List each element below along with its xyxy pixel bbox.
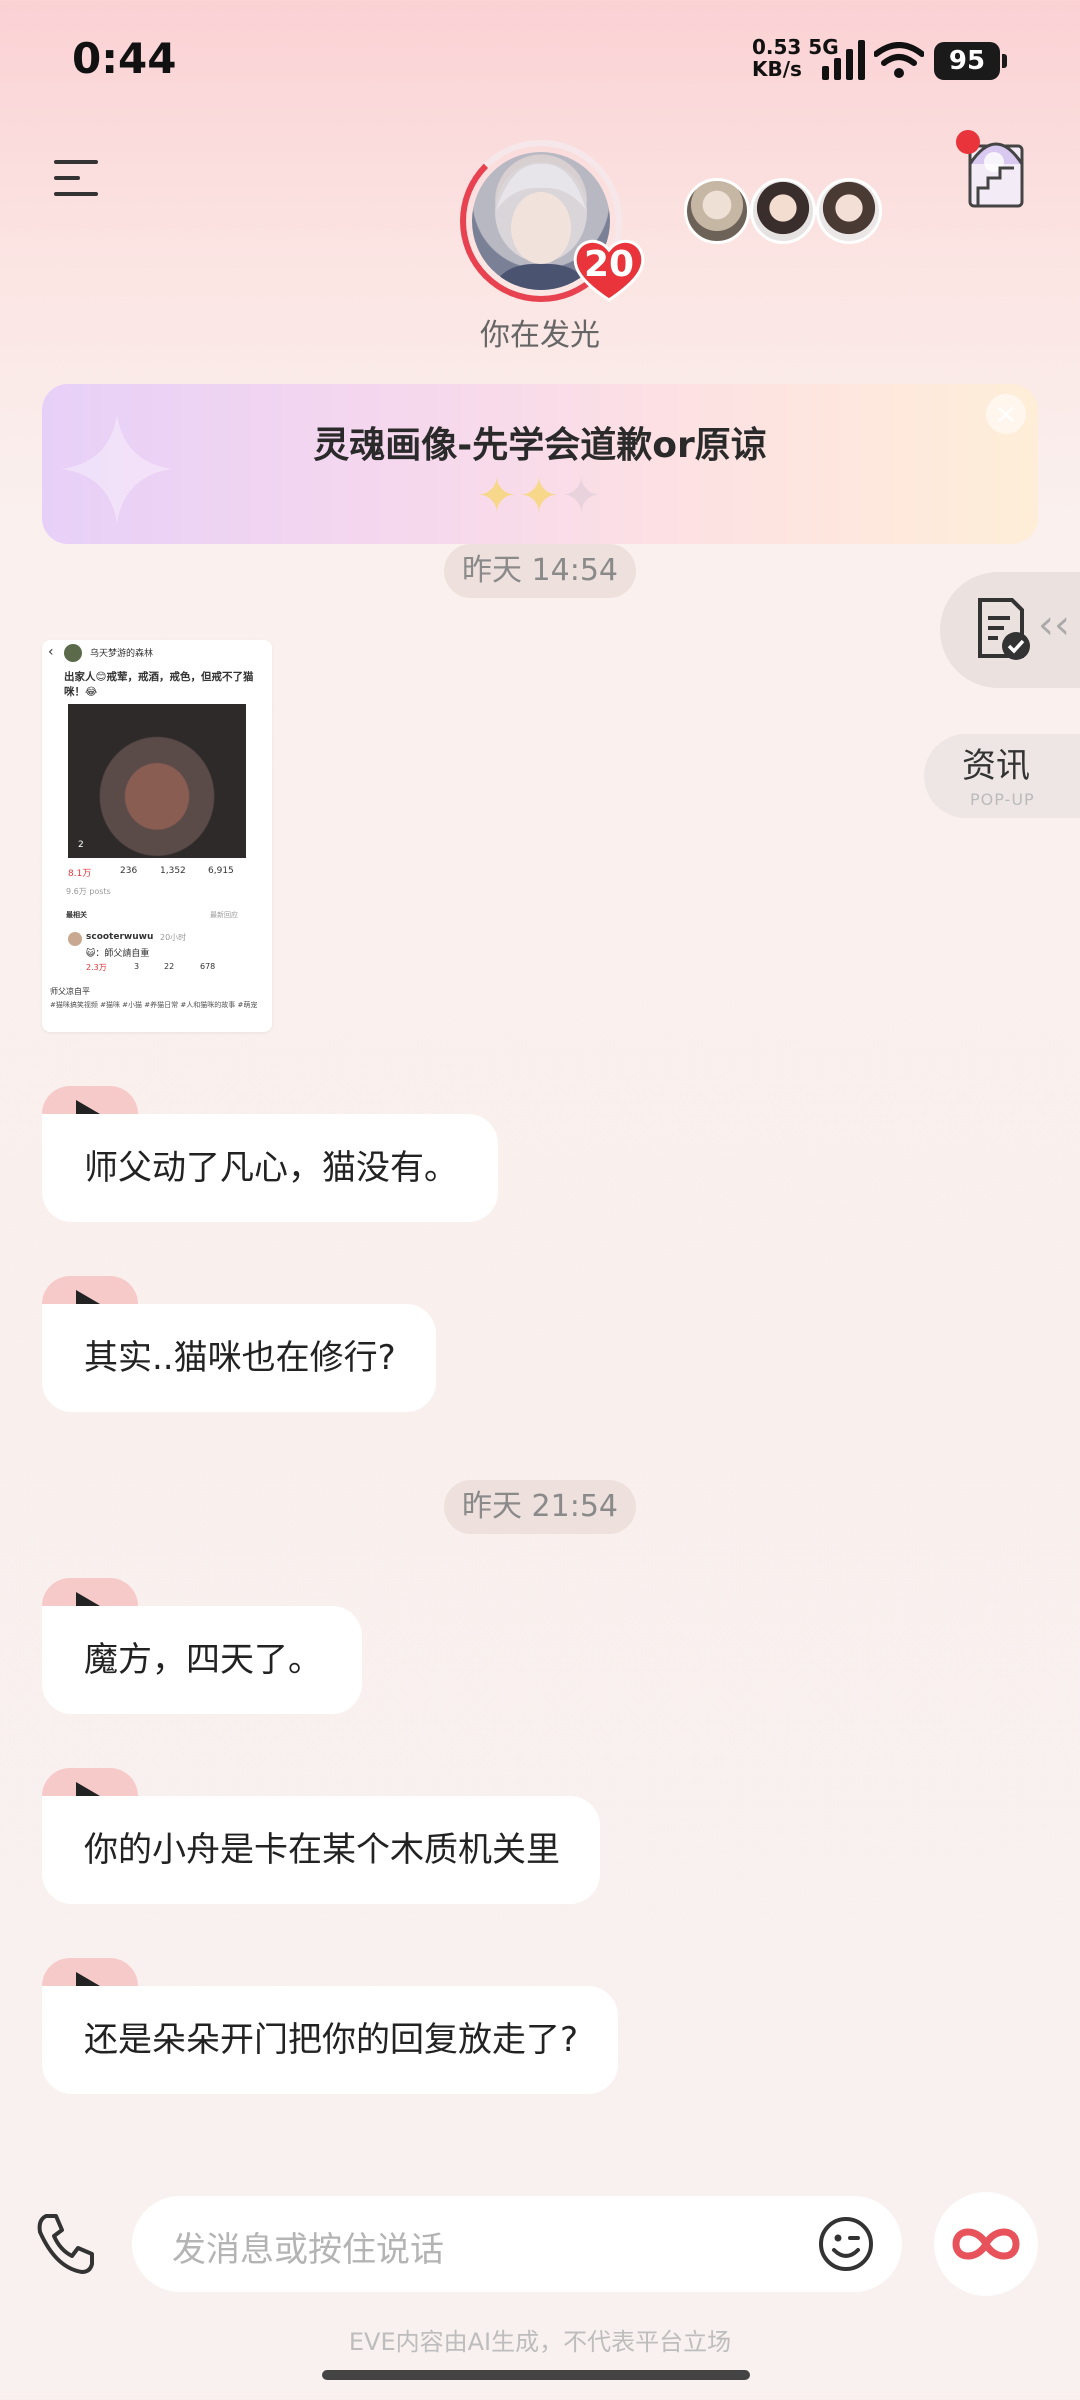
timestamp-divider: 昨天 21:54 [444,1480,636,1534]
input-placeholder: 发消息或按住说话 [172,2230,444,2270]
battery-indicator: 95 [934,42,1007,80]
comment-time: 20小时 [160,933,187,942]
side-panel-toggle[interactable]: ‹‹ [940,572,1080,688]
character-status: 你在发光 [480,318,600,353]
message-text: 师父动了凡心，猫没有。 [42,1114,498,1222]
message-text: 其实..猫咪也在修行? [42,1304,436,1412]
comments-count: 236 [120,866,138,876]
comment-reposts: 22 [164,962,175,971]
comment-views: 678 [200,962,216,971]
comment-text: 😺：師父請自重 [86,949,150,959]
message-text: 还是朵朵开门把你的回复放走了? [42,1986,619,2094]
shared-screenshot[interactable]: ‹ 乌天梦游的森林 出家人😊戒荤，戒酒，戒色，但戒不了猫咪！😂 2 8.1万 2… [42,640,272,1032]
comment-likes: 2.3万 [86,963,107,972]
news-label: 资讯 [962,746,1030,786]
banner-title: 灵魂画像-先学会道歉or原谅 [313,425,767,466]
news-popup-button[interactable]: 资讯 POP-UP [924,734,1080,818]
notification-dot [956,130,980,154]
home-indicator[interactable] [322,2370,750,2380]
soul-portrait-banner[interactable]: 灵魂画像-先学会道歉or原谅 ✦✦✦ × [42,384,1038,544]
likes-count: 8.1万 [68,869,92,879]
news-sublabel: POP-UP [970,790,1035,809]
account-avatar [64,644,82,662]
comment-replies: 3 [134,962,140,971]
star-icon-1: ✦ [476,468,519,524]
phone-call-icon[interactable] [32,2210,98,2276]
posts-count: 9.6万 posts [66,887,111,896]
status-time: 0:44 [72,34,177,83]
signal-icon [822,40,865,80]
infinity-mode-button[interactable] [934,2192,1038,2296]
menu-button[interactable] [54,158,102,198]
views-count: 6,915 [208,866,234,876]
friend-avatar-2[interactable] [750,178,816,244]
photo-count: 2 [78,840,84,850]
ai-disclaimer: EVE内容由AI生成，不代表平台立场 [348,2328,732,2356]
account-name: 乌天梦游的森林 [90,649,154,659]
emoji-icon[interactable] [818,2216,874,2272]
intimacy-level-badge: 20 [572,236,646,302]
infinity-icon [952,2228,1020,2260]
document-check-icon [978,598,1030,660]
post-photo [68,704,246,858]
back-icon: ‹ [48,644,54,660]
message-text: 你的小舟是卡在某个木质机关里 [42,1796,600,1904]
collapse-arrows-icon: ‹‹ [1038,602,1070,648]
friend-avatar-1[interactable] [684,178,750,244]
commenter-avatar [68,932,82,946]
reposts-count: 1,352 [160,866,186,876]
message-input[interactable]: 发消息或按住说话 [132,2196,902,2292]
wifi-icon [874,42,924,78]
post-text: 出家人😊戒荤，戒酒，戒色，但戒不了猫咪！😂 [64,671,254,698]
star-icon-2: ✦ [518,468,562,524]
sort-label: 最新回应 [210,911,238,919]
message-text: 魔方，四天了。 [42,1606,362,1714]
level-number: 20 [583,244,635,285]
friend-avatar-3[interactable] [816,178,882,244]
close-icon[interactable]: × [986,394,1026,434]
caption-line-1: 师父凉自平 [50,987,90,996]
timestamp-divider: 昨天 14:54 [444,544,636,598]
star-icon-3: ✦ [561,468,604,524]
hot-label: 最相关 [66,911,87,919]
rating-stars: ✦✦✦ [42,468,1038,524]
caption-line-2: #猫咪搞笑视频 #猫咪 #小猫 #养猫日常 #人和猫咪的故事 #萌宠 [50,1001,258,1009]
commenter-name: scooterwuwu [86,932,154,942]
